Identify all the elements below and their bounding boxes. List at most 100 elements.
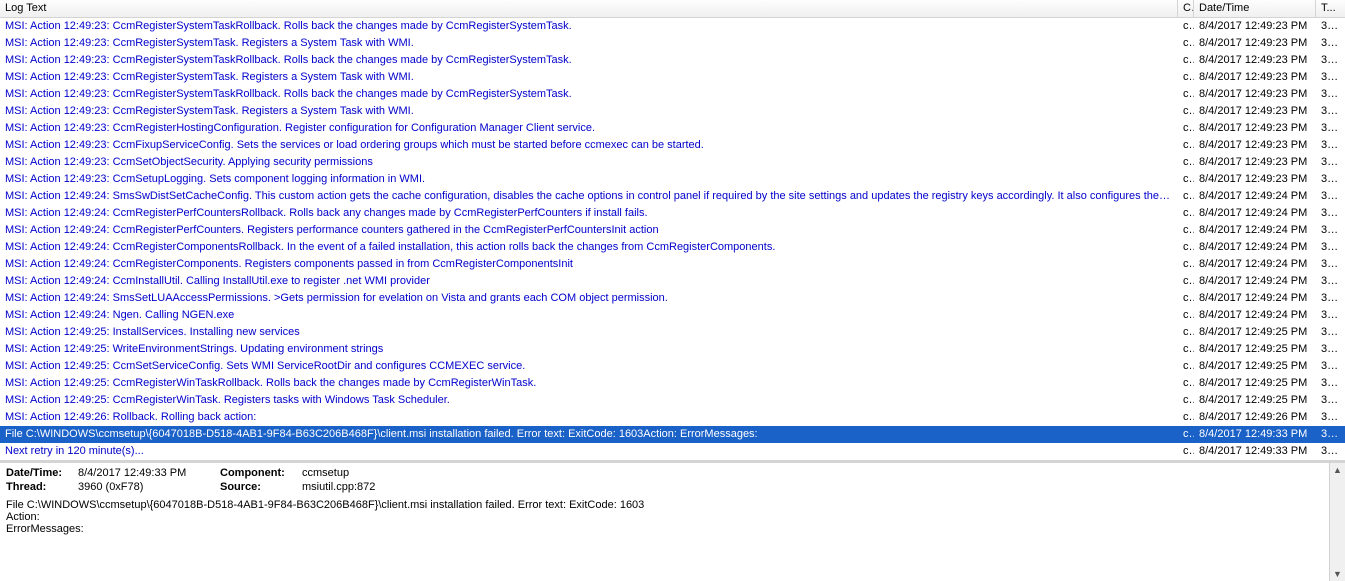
log-cell-thread: 3960 bbox=[1316, 137, 1344, 154]
log-cell-text: MSI: Action 12:49:23: CcmRegisterSystemT… bbox=[0, 18, 1178, 35]
log-cell-thread: 3960 bbox=[1316, 307, 1344, 324]
log-cell-thread: 3960 bbox=[1316, 358, 1344, 375]
log-row[interactable]: MSI: Action 12:49:24: CcmInstallUtil. Ca… bbox=[0, 273, 1345, 290]
log-viewer: Log Text C Date/Time T... MSI: Action 12… bbox=[0, 0, 1345, 581]
log-cell-datetime: 8/4/2017 12:49:26 PM bbox=[1194, 409, 1316, 426]
log-cell-datetime: 8/4/2017 12:49:24 PM bbox=[1194, 307, 1316, 324]
log-cell-text: MSI: Action 12:49:23: CcmFixupServiceCon… bbox=[0, 137, 1178, 154]
detail-value-component: ccmsetup bbox=[302, 467, 502, 479]
log-cell-thread: 3960 bbox=[1316, 52, 1344, 69]
log-cell-component: cc bbox=[1178, 86, 1194, 103]
log-cell-component: cc bbox=[1178, 137, 1194, 154]
log-cell-datetime: 8/4/2017 12:49:23 PM bbox=[1194, 18, 1316, 35]
log-cell-datetime: 8/4/2017 12:49:24 PM bbox=[1194, 273, 1316, 290]
log-cell-component: cc bbox=[1178, 324, 1194, 341]
column-header-datetime[interactable]: Date/Time bbox=[1194, 0, 1316, 17]
log-cell-component: cc bbox=[1178, 239, 1194, 256]
log-cell-text: MSI: Action 12:49:25: InstallServices. I… bbox=[0, 324, 1178, 341]
log-cell-component: cc bbox=[1178, 103, 1194, 120]
log-row[interactable]: MSI: Action 12:49:23: CcmRegisterSystemT… bbox=[0, 35, 1345, 52]
detail-label-thread: Thread: bbox=[6, 481, 76, 493]
log-row[interactable]: Next retry in 120 minute(s)...cc8/4/2017… bbox=[0, 443, 1345, 460]
log-row[interactable]: MSI: Action 12:49:25: InstallServices. I… bbox=[0, 324, 1345, 341]
log-row[interactable]: MSI: Action 12:49:24: CcmRegisterPerfCou… bbox=[0, 222, 1345, 239]
log-cell-component: cc bbox=[1178, 341, 1194, 358]
log-cell-text: MSI: Action 12:49:24: CcmRegisterPerfCou… bbox=[0, 222, 1178, 239]
log-cell-datetime: 8/4/2017 12:49:23 PM bbox=[1194, 120, 1316, 137]
log-cell-text: MSI: Action 12:49:26: Rollback. Rolling … bbox=[0, 409, 1178, 426]
log-cell-text: MSI: Action 12:49:23: CcmRegisterSystemT… bbox=[0, 52, 1178, 69]
log-row[interactable]: MSI: Action 12:49:23: CcmRegisterSystemT… bbox=[0, 86, 1345, 103]
log-row[interactable]: MSI: Action 12:49:25: CcmRegisterWinTask… bbox=[0, 392, 1345, 409]
log-cell-thread: 3960 bbox=[1316, 120, 1344, 137]
log-cell-datetime: 8/4/2017 12:49:23 PM bbox=[1194, 171, 1316, 188]
detail-value-datetime: 8/4/2017 12:49:33 PM bbox=[78, 467, 218, 479]
log-cell-thread: 3960 bbox=[1316, 324, 1344, 341]
log-cell-thread: 3960 bbox=[1316, 154, 1344, 171]
log-row[interactable]: MSI: Action 12:49:24: SmsSetLUAAccessPer… bbox=[0, 290, 1345, 307]
log-cell-datetime: 8/4/2017 12:49:24 PM bbox=[1194, 222, 1316, 239]
log-cell-text: MSI: Action 12:49:25: WriteEnvironmentSt… bbox=[0, 341, 1178, 358]
log-cell-thread: 3960 bbox=[1316, 35, 1344, 52]
log-cell-datetime: 8/4/2017 12:49:33 PM bbox=[1194, 426, 1316, 443]
log-cell-text: MSI: Action 12:49:23: CcmRegisterHosting… bbox=[0, 120, 1178, 137]
log-cell-component: cc bbox=[1178, 154, 1194, 171]
log-cell-datetime: 8/4/2017 12:49:25 PM bbox=[1194, 375, 1316, 392]
log-row[interactable]: MSI: Action 12:49:24: Ngen. Calling NGEN… bbox=[0, 307, 1345, 324]
log-cell-component: cc bbox=[1178, 35, 1194, 52]
log-cell-thread: 3960 bbox=[1316, 443, 1344, 460]
log-cell-component: cc bbox=[1178, 120, 1194, 137]
log-cell-text: MSI: Action 12:49:25: CcmRegisterWinTask… bbox=[0, 375, 1178, 392]
log-row[interactable]: MSI: Action 12:49:23: CcmSetupLogging. S… bbox=[0, 171, 1345, 188]
detail-value-thread: 3960 (0xF78) bbox=[78, 481, 218, 493]
log-row[interactable]: MSI: Action 12:49:23: CcmRegisterSystemT… bbox=[0, 103, 1345, 120]
log-row[interactable]: MSI: Action 12:49:24: CcmRegisterPerfCou… bbox=[0, 205, 1345, 222]
log-row[interactable]: MSI: Action 12:49:24: CcmRegisterCompone… bbox=[0, 239, 1345, 256]
log-cell-thread: 3960 bbox=[1316, 290, 1344, 307]
log-cell-text: MSI: Action 12:49:24: Ngen. Calling NGEN… bbox=[0, 307, 1178, 324]
column-header-thread[interactable]: T... bbox=[1316, 0, 1344, 17]
log-cell-component: cc bbox=[1178, 256, 1194, 273]
log-cell-text: Next retry in 120 minute(s)... bbox=[0, 443, 1178, 460]
log-cell-datetime: 8/4/2017 12:49:25 PM bbox=[1194, 324, 1316, 341]
detail-scrollbar[interactable]: ▲ ▼ bbox=[1329, 463, 1345, 581]
log-row[interactable]: MSI: Action 12:49:23: CcmRegisterSystemT… bbox=[0, 18, 1345, 35]
log-cell-component: cc bbox=[1178, 52, 1194, 69]
log-cell-datetime: 8/4/2017 12:49:24 PM bbox=[1194, 239, 1316, 256]
log-row[interactable]: MSI: Action 12:49:25: CcmRegisterWinTask… bbox=[0, 375, 1345, 392]
log-row[interactable]: MSI: Action 12:49:26: Rollback. Rolling … bbox=[0, 409, 1345, 426]
log-cell-text: MSI: Action 12:49:23: CcmSetObjectSecuri… bbox=[0, 154, 1178, 171]
log-row[interactable]: File C:\WINDOWS\ccmsetup\{6047018B-D518-… bbox=[0, 426, 1345, 443]
log-row[interactable]: MSI: Action 12:49:25: CcmSetServiceConfi… bbox=[0, 358, 1345, 375]
log-row[interactable]: MSI: Action 12:49:24: CcmRegisterCompone… bbox=[0, 256, 1345, 273]
log-row[interactable]: MSI: Action 12:49:25: WriteEnvironmentSt… bbox=[0, 341, 1345, 358]
scroll-up-icon[interactable]: ▲ bbox=[1333, 463, 1342, 477]
detail-pane: Date/Time: 8/4/2017 12:49:33 PM Componen… bbox=[0, 462, 1345, 581]
detail-label-datetime: Date/Time: bbox=[6, 467, 76, 479]
log-cell-datetime: 8/4/2017 12:49:24 PM bbox=[1194, 256, 1316, 273]
log-cell-thread: 3960 bbox=[1316, 171, 1344, 188]
scroll-down-icon[interactable]: ▼ bbox=[1333, 567, 1342, 581]
log-rows-container: MSI: Action 12:49:23: CcmRegisterSystemT… bbox=[0, 18, 1345, 460]
log-row[interactable]: MSI: Action 12:49:23: CcmRegisterSystemT… bbox=[0, 52, 1345, 69]
log-row[interactable]: MSI: Action 12:49:23: CcmSetObjectSecuri… bbox=[0, 154, 1345, 171]
log-cell-thread: 3960 bbox=[1316, 205, 1344, 222]
log-cell-thread: 3960 bbox=[1316, 18, 1344, 35]
log-row[interactable]: MSI: Action 12:49:23: CcmFixupServiceCon… bbox=[0, 137, 1345, 154]
log-cell-component: cc bbox=[1178, 188, 1194, 205]
log-cell-text: File C:\WINDOWS\ccmsetup\{6047018B-D518-… bbox=[0, 426, 1178, 443]
log-cell-thread: 3960 bbox=[1316, 69, 1344, 86]
log-cell-thread: 3960 bbox=[1316, 375, 1344, 392]
log-cell-component: cc bbox=[1178, 222, 1194, 239]
column-header-component[interactable]: C bbox=[1178, 0, 1194, 17]
log-cell-thread: 3960 bbox=[1316, 409, 1344, 426]
log-cell-datetime: 8/4/2017 12:49:33 PM bbox=[1194, 443, 1316, 460]
log-row[interactable]: MSI: Action 12:49:23: CcmRegisterHosting… bbox=[0, 120, 1345, 137]
log-row[interactable]: MSI: Action 12:49:24: SmsSwDistSetCacheC… bbox=[0, 188, 1345, 205]
log-cell-datetime: 8/4/2017 12:49:25 PM bbox=[1194, 358, 1316, 375]
column-header-logtext[interactable]: Log Text bbox=[0, 0, 1178, 17]
log-cell-datetime: 8/4/2017 12:49:23 PM bbox=[1194, 103, 1316, 120]
log-cell-datetime: 8/4/2017 12:49:23 PM bbox=[1194, 137, 1316, 154]
log-row[interactable]: MSI: Action 12:49:23: CcmRegisterSystemT… bbox=[0, 69, 1345, 86]
log-cell-datetime: 8/4/2017 12:49:23 PM bbox=[1194, 35, 1316, 52]
